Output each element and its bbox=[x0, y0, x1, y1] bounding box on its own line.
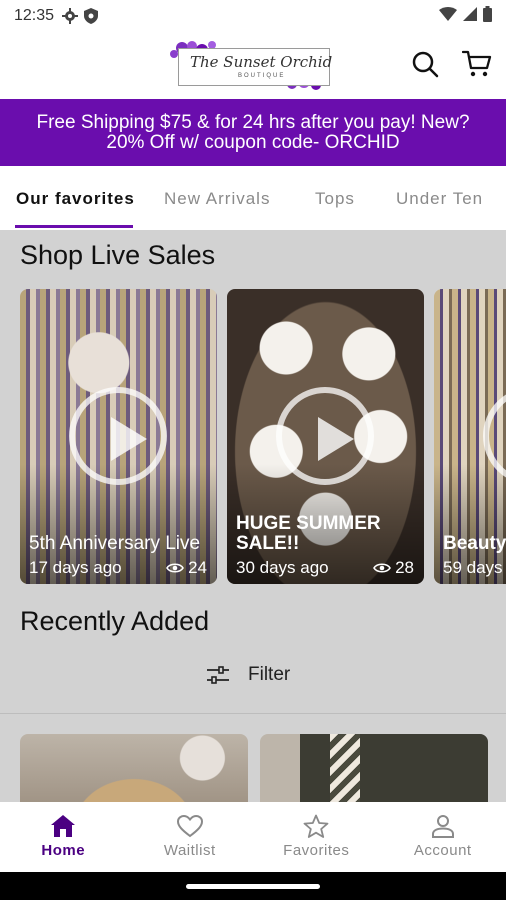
logo-subtitle: BOUTIQUE bbox=[238, 73, 286, 79]
promo-line-2: 20% Off w/ coupon code- ORCHID bbox=[106, 132, 400, 153]
live-sale-card[interactable]: Beauty 59 days bbox=[434, 289, 506, 584]
tab-our-favorites[interactable]: Our favorites bbox=[16, 189, 135, 209]
nav-home[interactable]: Home bbox=[0, 802, 127, 872]
logo-text: The Sunset Orchid bbox=[190, 53, 333, 71]
promo-banner[interactable]: Free Shipping $75 & for 24 hrs after you… bbox=[0, 99, 506, 166]
promo-line-1: Free Shipping $75 & for 24 hrs after you… bbox=[36, 112, 470, 133]
play-icon[interactable] bbox=[276, 387, 374, 485]
battery-icon bbox=[483, 5, 492, 27]
settings-gear-icon bbox=[62, 8, 79, 24]
store-logo[interactable]: The Sunset Orchid BOUTIQUE bbox=[168, 40, 334, 90]
play-icon[interactable] bbox=[69, 387, 167, 485]
gesture-handle[interactable] bbox=[186, 884, 320, 889]
nav-home-label: Home bbox=[41, 842, 86, 859]
tab-new-arrivals[interactable]: New Arrivals bbox=[164, 189, 270, 209]
home-icon bbox=[51, 815, 76, 837]
nav-favorites-label: Favorites bbox=[283, 842, 350, 859]
status-time: 12:35 bbox=[14, 7, 55, 24]
live-sale-title: Beauty bbox=[443, 533, 506, 554]
tab-under-ten[interactable]: Under Ten bbox=[396, 189, 483, 209]
category-tabs: Our favorites New Arrivals Tops Under Te… bbox=[0, 166, 506, 230]
eye-icon bbox=[373, 563, 392, 573]
filter-label: Filter bbox=[248, 664, 291, 685]
live-sale-title: HUGE SUMMER SALE!! bbox=[236, 513, 381, 554]
cart-icon[interactable] bbox=[461, 50, 492, 83]
person-icon bbox=[431, 815, 454, 838]
live-sale-card[interactable]: HUGE SUMMER SALE!! 30 days ago 28 bbox=[227, 289, 424, 584]
home-content[interactable]: Shop Live Sales 5th Anniversary Live 17 … bbox=[0, 230, 506, 802]
bottom-navigation: Home Waitlist Favorites Account bbox=[0, 802, 506, 872]
section-divider bbox=[0, 713, 506, 714]
view-count-value: 28 bbox=[395, 558, 414, 577]
system-navigation-bar bbox=[0, 872, 506, 900]
active-tab-indicator bbox=[15, 225, 133, 228]
signal-icon bbox=[463, 6, 477, 26]
search-icon[interactable] bbox=[411, 50, 439, 83]
nav-waitlist-label: Waitlist bbox=[163, 842, 216, 859]
product-card[interactable] bbox=[20, 734, 248, 802]
live-sale-time: 17 days ago bbox=[29, 558, 122, 577]
heart-icon bbox=[176, 814, 203, 838]
filter-button[interactable]: Filter bbox=[206, 664, 290, 686]
live-sale-time: 59 days bbox=[443, 558, 503, 577]
recently-added-title: Recently Added bbox=[20, 606, 210, 636]
product-card[interactable] bbox=[260, 734, 488, 802]
shield-icon bbox=[84, 8, 99, 24]
nav-favorites[interactable]: Favorites bbox=[253, 802, 380, 872]
product-image bbox=[260, 734, 488, 802]
filter-sliders-icon bbox=[207, 666, 229, 684]
tab-tops[interactable]: Tops bbox=[315, 189, 355, 209]
view-count: 24 bbox=[166, 558, 207, 578]
live-sales-title: Shop Live Sales bbox=[20, 240, 216, 270]
live-sale-title: 5th Anniversary Live bbox=[29, 533, 201, 554]
view-count-value: 24 bbox=[188, 558, 207, 577]
eye-icon bbox=[166, 563, 185, 573]
app-header: The Sunset Orchid BOUTIQUE bbox=[0, 32, 506, 99]
nav-account[interactable]: Account bbox=[380, 802, 506, 872]
view-count: 28 bbox=[373, 558, 414, 578]
nav-account-label: Account bbox=[413, 842, 472, 859]
status-bar: 12:35 bbox=[0, 0, 506, 32]
nav-waitlist[interactable]: Waitlist bbox=[127, 802, 254, 872]
live-sale-card[interactable]: 5th Anniversary Live 17 days ago 24 bbox=[20, 289, 217, 584]
product-image bbox=[20, 734, 248, 802]
wifi-icon bbox=[439, 6, 457, 26]
live-sale-time: 30 days ago bbox=[236, 558, 329, 577]
star-icon bbox=[303, 814, 329, 838]
